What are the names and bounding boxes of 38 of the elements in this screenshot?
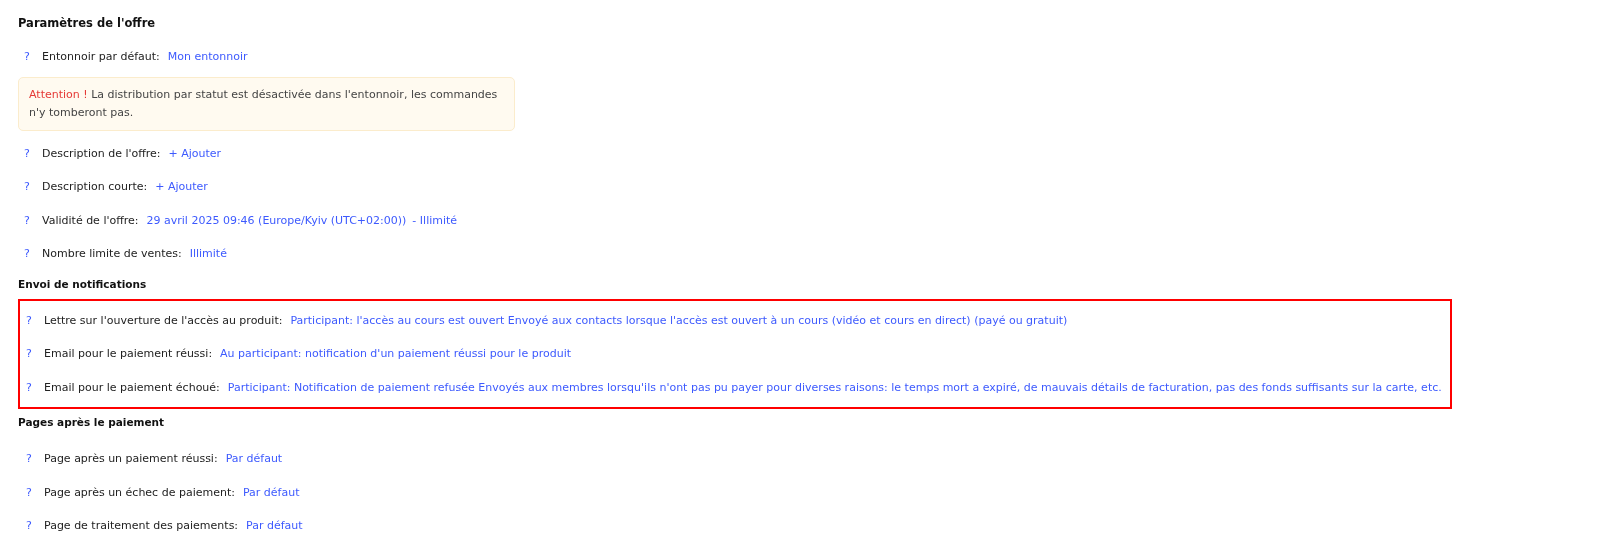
setting-label: Entonnoir par défaut: xyxy=(42,50,160,64)
setting-link[interactable]: - Illimité xyxy=(412,213,458,227)
setting-label: Email pour le paiement échoué: xyxy=(44,380,220,394)
setting-link[interactable]: Par défaut xyxy=(246,519,303,533)
setting-link[interactable]: Par défaut xyxy=(242,485,300,499)
help-icon[interactable]: ? xyxy=(26,519,36,533)
section-title: Envoi de notifications xyxy=(18,276,148,292)
setting-label: Lettre sur l'ouverture de l'accès au produit: xyxy=(44,313,283,327)
help-icon[interactable]: ? xyxy=(24,213,34,227)
setting-label: Description courte: xyxy=(42,180,148,194)
help-icon[interactable]: ? xyxy=(26,347,36,361)
setting-link[interactable]: Illimité xyxy=(189,247,227,261)
setting-link[interactable]: Au participant: notification d'un paiement réussi pour le produit xyxy=(220,347,571,361)
warning-alert: Attention ! La distribution par statut est désactivée dans l'entonnoir, les commandes n'y tomberont pas. xyxy=(18,76,515,131)
help-icon[interactable]: ? xyxy=(24,50,34,64)
page-title: Paramètres de l'offre xyxy=(18,15,157,32)
setting-link[interactable]: Mon entonnoir xyxy=(167,50,248,64)
setting-link[interactable]: 29 avril 2025 09:46 (Europe/Kyiv (UTC+02:00)) xyxy=(146,213,407,227)
setting-link[interactable]: + Ajouter xyxy=(155,180,208,194)
setting-label: Page de traitement des paiements: xyxy=(44,519,239,533)
setting-link[interactable]: + Ajouter xyxy=(168,146,222,160)
setting-label: Nombre limite de ventes: xyxy=(42,247,182,261)
setting-link[interactable]: Participant: l'accès au cours est ouvert Envoyé aux contacts lorsque l'accès est ouvert à un cours (vidéo et cours en direct) (payé ou gratuit) xyxy=(290,313,1068,327)
help-icon[interactable]: ? xyxy=(24,247,34,261)
help-icon[interactable]: ? xyxy=(24,180,34,194)
setting-label: Email pour le paiement réussi: xyxy=(44,347,213,361)
setting-link[interactable]: Participant: Notification de paiement refusée Envoyés aux membres lorsqu'ils n'ont pas pu payer pour diverses raisons: le temps mort a expiré, de mauvais détails de facturation, pas des fonds suffisants sur la carte, etc. xyxy=(227,380,1442,394)
setting-label: Page après un échec de paiement: xyxy=(44,485,235,499)
help-icon[interactable]: ? xyxy=(26,485,36,499)
help-icon[interactable]: ? xyxy=(26,380,36,394)
help-icon[interactable]: ? xyxy=(24,146,34,160)
setting-label: Validité de l'offre: xyxy=(42,213,139,227)
setting-label: Description de l'offre: xyxy=(42,146,161,160)
help-icon[interactable]: ? xyxy=(26,313,36,327)
help-icon[interactable]: ? xyxy=(26,452,36,466)
setting-label: Page après un paiement réussi: xyxy=(44,452,218,466)
setting-link[interactable]: Par défaut xyxy=(225,452,283,466)
section-title: Pages après le paiement xyxy=(18,415,166,430)
